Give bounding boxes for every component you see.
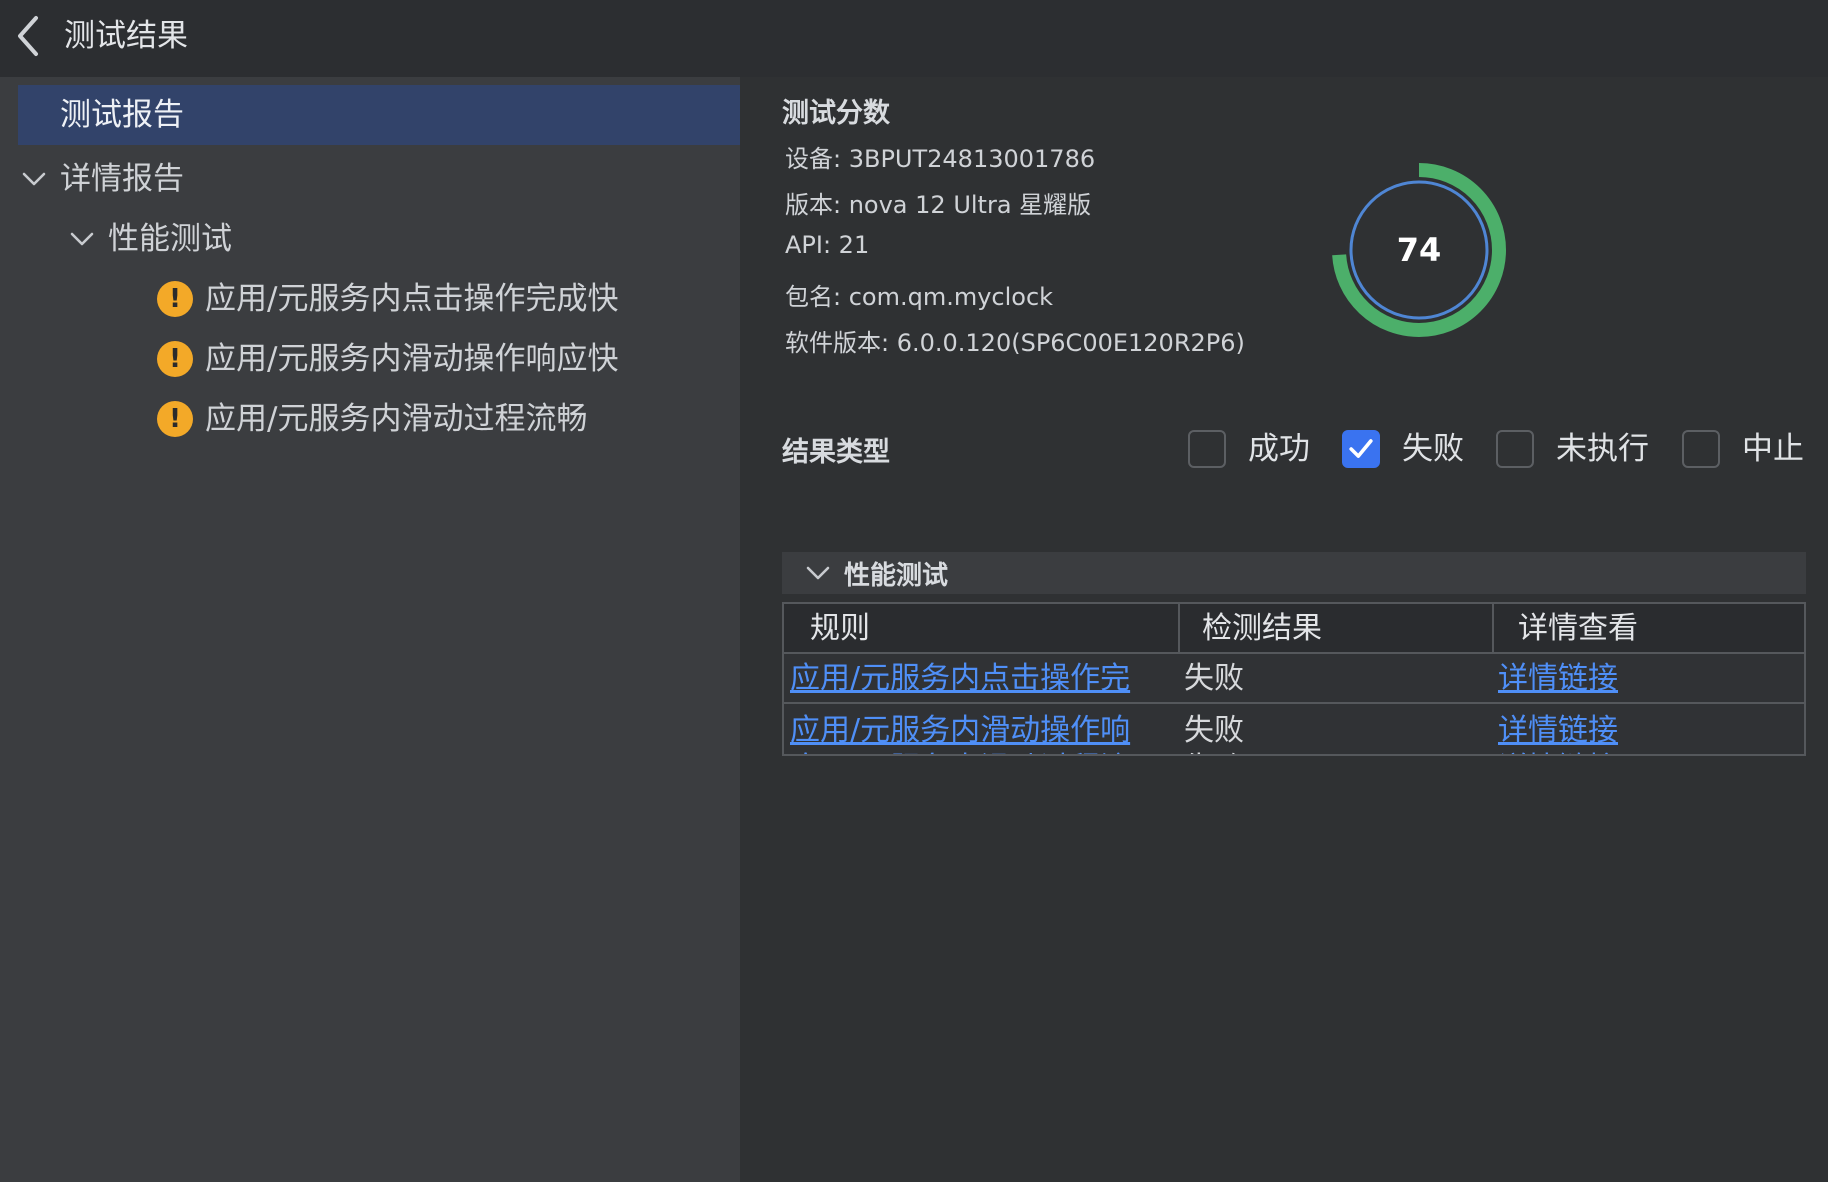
chevron-down-icon[interactable] (68, 225, 96, 253)
detail-link[interactable]: 详情链接 (1498, 744, 1618, 754)
tree-item-rule-click-fast[interactable]: ! 应用/元服务内点击操作完成快 (157, 277, 618, 321)
result-cell: 失败 (1184, 744, 1244, 754)
device-info: 设备: 3BPUT24813001786 (785, 145, 1096, 173)
table-row: 应用/元服务内点击操作完 失败 详情链接 (784, 654, 1804, 704)
result-type-filter: 结果类型 成功 失败 未执行 中止 (740, 420, 1828, 476)
title-bar: 测试结果 (0, 0, 1828, 77)
checkbox-not-executed-label[interactable]: 未执行 (1556, 428, 1649, 470)
tree-item-label: 应用/元服务内滑动操作响应快 (205, 341, 619, 377)
rule-link[interactable]: 应用/元服务内点击操作完 (790, 654, 1174, 704)
checkbox-not-executed[interactable] (1496, 430, 1534, 468)
chevron-down-icon[interactable] (804, 559, 832, 587)
tree-item-rule-swipe-response[interactable]: ! 应用/元服务内滑动操作响应快 (157, 337, 618, 381)
checkbox-aborted-label[interactable]: 中止 (1742, 428, 1804, 470)
column-header-details: 详情查看 (1518, 611, 1638, 646)
rule-link[interactable]: 应用/元服务内滑动过程流 (790, 744, 1174, 754)
warning-icon: ! (157, 341, 193, 377)
tree-item-detail-report[interactable]: 详情报告 (20, 157, 184, 201)
column-header-result: 检测结果 (1202, 611, 1322, 646)
checkbox-failed[interactable] (1342, 430, 1380, 468)
group-header-label: 性能测试 (844, 560, 949, 591)
main-panel: 测试分数 设备: 3BPUT24813001786 版本: nova 12 Ul… (740, 77, 1828, 1182)
tree-item-label: 测试报告 (60, 97, 184, 133)
score-section-title: 测试分数 (782, 98, 890, 129)
checkbox-failed-label[interactable]: 失败 (1402, 428, 1464, 470)
results-table: 规则 检测结果 详情查看 应用/元服务内点击操作完 失败 详情链接 应用/元服务… (782, 602, 1806, 756)
tree-item-performance-test[interactable]: 性能测试 (68, 217, 232, 261)
tree-item-label: 应用/元服务内点击操作完成快 (205, 281, 619, 317)
tree-item-label: 性能测试 (108, 221, 232, 257)
table-header-row: 规则 检测结果 详情查看 (784, 604, 1804, 654)
result-cell: 失败 (1184, 661, 1244, 696)
software-version-info: 软件版本: 6.0.0.120(SP6C00E120R2P6) (785, 329, 1245, 357)
checkmark-icon (1349, 439, 1373, 458)
tree-item-label: 详情报告 (60, 161, 184, 197)
tree-item-label: 应用/元服务内滑动过程流畅 (205, 401, 588, 437)
column-header-rule: 规则 (810, 611, 870, 646)
back-arrow-icon[interactable] (14, 14, 42, 58)
filter-title: 结果类型 (782, 437, 890, 468)
tree-item-test-report[interactable]: 测试报告 (18, 85, 740, 145)
performance-test-group-header[interactable]: 性能测试 (782, 552, 1806, 594)
chevron-down-icon[interactable] (20, 165, 48, 193)
column-divider (1492, 604, 1494, 654)
column-divider (1178, 604, 1180, 654)
version-info: 版本: nova 12 Ultra 星耀版 (785, 191, 1092, 219)
page-title: 测试结果 (64, 18, 188, 54)
warning-icon: ! (157, 281, 193, 317)
detail-link[interactable]: 详情链接 (1498, 654, 1618, 704)
checkbox-success-label[interactable]: 成功 (1248, 428, 1310, 470)
sidebar-tree: 测试报告 详情报告 性能测试 ! 应用/元服务内点击操作完成快 ! 应用/元服务… (0, 77, 740, 1182)
warning-icon: ! (157, 401, 193, 437)
checkbox-aborted[interactable] (1682, 430, 1720, 468)
score-value: 74 (1396, 231, 1442, 269)
package-info: 包名: com.qm.myclock (785, 283, 1054, 311)
checkbox-success[interactable] (1188, 430, 1226, 468)
api-info: API: 21 (785, 231, 870, 259)
tree-item-rule-swipe-smooth[interactable]: ! 应用/元服务内滑动过程流畅 (157, 397, 587, 441)
